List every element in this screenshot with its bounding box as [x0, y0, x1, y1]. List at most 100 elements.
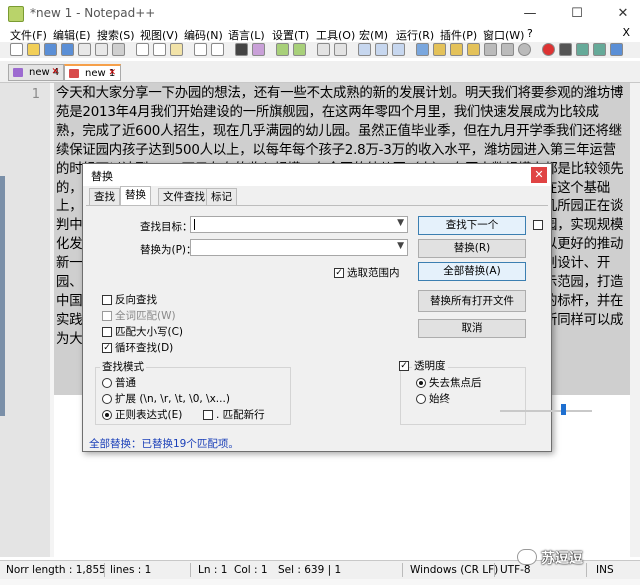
- mode-extended-radio[interactable]: [102, 394, 112, 404]
- chevron-down-icon[interactable]: ▼: [397, 218, 404, 228]
- always-label: 始终: [429, 393, 450, 405]
- menu-search[interactable]: 搜索(S): [97, 27, 135, 43]
- always-radio[interactable]: [416, 394, 426, 404]
- find-icon[interactable]: [235, 43, 248, 56]
- monitoring-icon[interactable]: [484, 43, 497, 56]
- record-macro-icon[interactable]: [542, 43, 555, 56]
- dialog-title: 替换: [91, 170, 113, 183]
- status-col: Col : 1: [234, 564, 268, 576]
- find-next-button[interactable]: 查找下一个: [418, 216, 526, 235]
- find-next-option-checkbox[interactable]: [533, 220, 543, 230]
- tab-new-1[interactable]: new 1 ✕: [64, 64, 121, 81]
- watermark: 苏逗逗: [541, 551, 583, 567]
- cut-icon[interactable]: [136, 43, 149, 56]
- backward-checkbox[interactable]: [102, 295, 112, 305]
- menu-encoding[interactable]: 编码(N): [184, 27, 223, 43]
- zoom-out-icon[interactable]: [293, 43, 306, 56]
- title-bar: *new 1 - Notepad++ — ☐ ✕: [0, 0, 640, 28]
- paste-icon[interactable]: [170, 43, 183, 56]
- dot-newline-checkbox[interactable]: [203, 410, 213, 420]
- undo-icon[interactable]: [194, 43, 207, 56]
- transparency-slider[interactable]: [500, 410, 592, 412]
- replace-icon[interactable]: [252, 43, 265, 56]
- status-ln: Ln : 1: [198, 564, 228, 576]
- on-lose-focus-radio[interactable]: [416, 378, 426, 388]
- save-macro-icon[interactable]: [610, 43, 623, 56]
- menu-file[interactable]: 文件(F): [10, 27, 47, 43]
- panel-icon[interactable]: [501, 43, 514, 56]
- chevron-down-icon[interactable]: ▼: [397, 241, 404, 251]
- tail-icon[interactable]: [518, 43, 531, 56]
- whole-word-label: 全词匹配(W): [115, 310, 176, 322]
- menu-language[interactable]: 语言(L): [228, 27, 265, 43]
- close-document-button[interactable]: X: [622, 26, 630, 39]
- match-case-checkbox[interactable]: [102, 327, 112, 337]
- save-all-icon[interactable]: [61, 43, 74, 56]
- status-eol: Windows (CR LF): [410, 564, 499, 576]
- dialog-close-button[interactable]: ✕: [531, 167, 547, 183]
- print-icon[interactable]: [112, 43, 125, 56]
- function-list-icon[interactable]: [450, 43, 463, 56]
- save-icon[interactable]: [44, 43, 57, 56]
- new-file-icon[interactable]: [10, 43, 23, 56]
- tab-find[interactable]: 查找: [89, 188, 120, 205]
- mode-regex-radio[interactable]: [102, 410, 112, 420]
- wrap-around-checkbox[interactable]: ✓: [102, 343, 112, 353]
- mode-normal-radio[interactable]: [102, 378, 112, 388]
- replace-button[interactable]: 替换(R): [418, 239, 526, 258]
- sync-horizontal-icon[interactable]: [334, 43, 347, 56]
- indent-guide-icon[interactable]: [392, 43, 405, 56]
- window-title: *new 1 - Notepad++: [30, 6, 156, 20]
- menu-tools[interactable]: 工具(O): [316, 27, 355, 43]
- menu-plugins[interactable]: 插件(P): [440, 27, 477, 43]
- close-tab-icon[interactable]: ✕: [51, 65, 59, 80]
- word-wrap-icon[interactable]: [358, 43, 371, 56]
- play-macro-icon[interactable]: [576, 43, 589, 56]
- whole-word-checkbox[interactable]: [102, 311, 112, 321]
- zoom-in-icon[interactable]: [276, 43, 289, 56]
- line-number-gutter: 1: [0, 83, 50, 557]
- in-selection-checkbox[interactable]: ✓: [334, 268, 344, 278]
- maximize-button[interactable]: ☐: [562, 4, 592, 24]
- unsaved-file-icon: [69, 69, 79, 78]
- menu-edit[interactable]: 编辑(E): [53, 27, 91, 43]
- menu-window[interactable]: 窗口(W): [483, 27, 524, 43]
- tab-new-4[interactable]: new 4 ✕: [8, 64, 64, 81]
- menu-settings[interactable]: 设置(T): [272, 27, 309, 43]
- udl-icon[interactable]: [416, 43, 429, 56]
- show-all-chars-icon[interactable]: [375, 43, 388, 56]
- redo-icon[interactable]: [211, 43, 224, 56]
- tab-mark[interactable]: 标记: [206, 188, 237, 205]
- close-all-icon[interactable]: [95, 43, 108, 56]
- replace-all-open-files-button[interactable]: 替换所有打开文件: [418, 290, 526, 312]
- replace-input[interactable]: ▼: [190, 239, 408, 256]
- menu-view[interactable]: 视图(V): [140, 27, 178, 43]
- doc-map-icon[interactable]: [433, 43, 446, 56]
- tab-find-in-files[interactable]: 文件查找: [158, 188, 210, 205]
- transparency-checkbox[interactable]: ✓: [399, 361, 409, 371]
- close-tab-icon[interactable]: ✕: [108, 66, 116, 81]
- open-file-icon[interactable]: [27, 43, 40, 56]
- menu-help[interactable]: ?: [527, 27, 533, 40]
- copy-icon[interactable]: [153, 43, 166, 56]
- close-window-button[interactable]: ✕: [608, 4, 638, 24]
- mode-extended-label: 扩展 (\n, \r, \t, \0, \x...): [115, 393, 230, 405]
- folder-workspace-icon[interactable]: [467, 43, 480, 56]
- play-macro-multiple-icon[interactable]: [593, 43, 606, 56]
- replace-label: 替换为(P)：: [140, 244, 197, 256]
- cancel-button[interactable]: 取消: [418, 319, 526, 338]
- replace-all-button[interactable]: 全部替换(A): [418, 262, 526, 281]
- background-window-edge: [0, 176, 5, 416]
- transparency-slider-thumb[interactable]: [560, 404, 566, 415]
- tab-replace[interactable]: 替换: [120, 186, 151, 205]
- sync-vertical-icon[interactable]: [317, 43, 330, 56]
- vertical-scrollbar[interactable]: [630, 83, 640, 557]
- menu-run[interactable]: 运行(R): [396, 27, 434, 43]
- wrap-around-label: 循环查找(D): [115, 342, 174, 354]
- menu-macro[interactable]: 宏(M): [359, 27, 388, 43]
- status-insert-mode: INS: [596, 564, 614, 576]
- stop-macro-icon[interactable]: [559, 43, 572, 56]
- close-file-icon[interactable]: [78, 43, 91, 56]
- find-input[interactable]: ▼: [190, 216, 408, 233]
- minimize-button[interactable]: —: [515, 4, 545, 24]
